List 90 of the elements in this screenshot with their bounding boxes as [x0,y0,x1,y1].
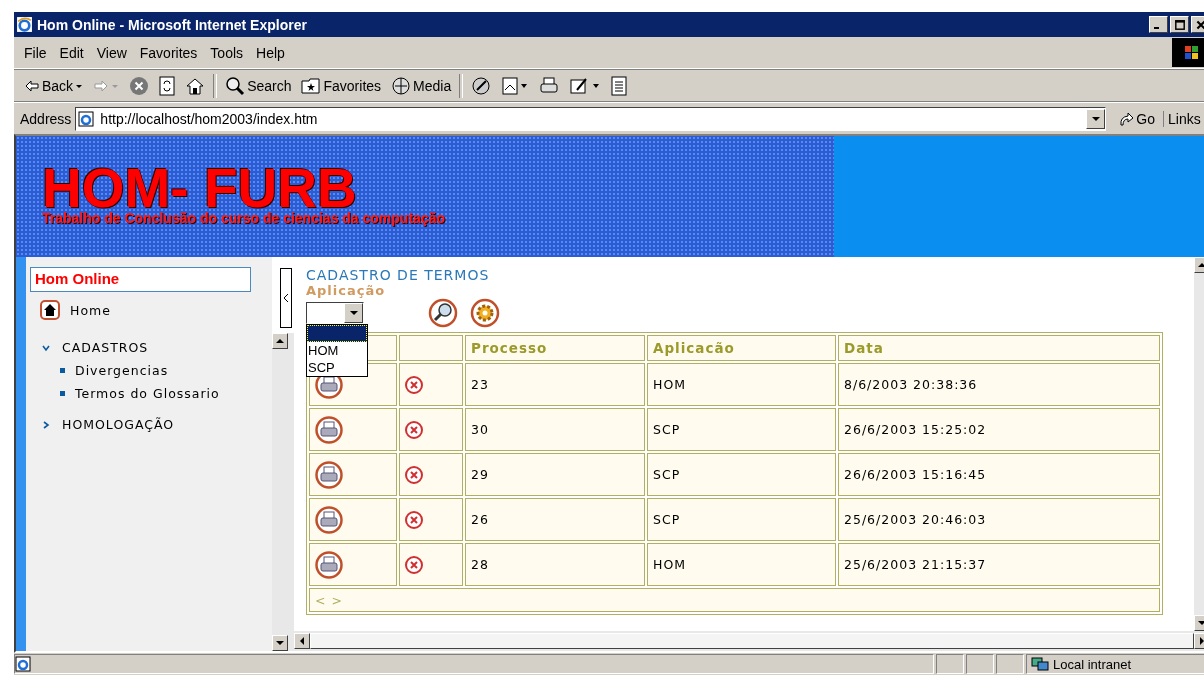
delete-icon[interactable] [405,420,423,439]
table-cell: 23 [465,363,645,406]
search-icon[interactable] [428,298,458,328]
caret-icon [1091,114,1100,123]
window-title: Hom Online - Microsoft Internet Explorer [37,16,308,33]
maximize-icon [1173,18,1186,31]
address-label: Address [20,110,72,127]
dropdown-option[interactable]: HOM [307,342,367,359]
delete-icon[interactable] [405,510,423,529]
table-cell: 25/6/2003 21:15:37 [838,543,1160,586]
caret-icon [1198,261,1204,269]
table-cell: 8/6/2003 20:38:36 [838,363,1160,406]
caret-icon [1198,637,1204,645]
sidebar-link[interactable]: Termos do Glossario [26,382,272,405]
column-header [399,335,463,361]
column-header: Aplicacão [647,335,836,361]
delete-icon[interactable] [405,555,423,574]
column-header: Processo [465,335,645,361]
go-button[interactable]: Go [1110,110,1164,127]
menu-item[interactable]: Edit [59,44,94,61]
stop-icon [129,75,150,96]
network-icon [1031,656,1049,672]
zone-label: Local intranet [1053,656,1132,672]
delete-icon[interactable] [405,465,423,484]
refresh-icon [159,75,176,96]
caret-icon [1198,619,1204,627]
table-cell: SCP [647,498,836,541]
back-button[interactable]: Back [22,77,86,94]
table-cell: 26/6/2003 15:25:02 [838,408,1160,451]
caret-icon [349,309,358,317]
minimize-icon [1154,27,1159,29]
table-cell: SCP [647,408,836,451]
section-item[interactable]: CADASTROS [26,336,272,359]
home-icon [40,300,60,320]
minimize-button[interactable] [1149,16,1168,33]
table-cell: SCP [647,453,836,496]
ie-logo-icon [16,16,33,33]
home-link[interactable]: Home [26,292,272,328]
gear-icon[interactable] [470,298,500,328]
scroll-left-button[interactable] [294,633,310,649]
media-button[interactable]: Media [389,75,454,96]
scroll-down-button[interactable] [272,635,288,651]
section-item[interactable]: HOMOLOGAÇÃO [26,413,272,436]
chevron-icon [42,343,50,352]
favorites-icon [301,76,322,95]
table-cell: 30 [465,408,645,451]
banner-subtitle: Trabalho de Conclusão do curso de ciencias da computação [42,210,446,226]
links-button[interactable]: Links [1168,110,1204,127]
collapse-tab[interactable] [280,268,292,328]
menu-item[interactable]: File [24,44,57,61]
menu-item[interactable]: View [96,44,137,61]
delete-icon[interactable] [405,375,423,394]
caret-icon [276,337,284,345]
caret-icon [298,637,306,645]
printer-icon [539,75,560,96]
table-cell: 25/6/2003 20:46:03 [838,498,1160,541]
table-cell: HOM [647,363,836,406]
field-label: Aplicação [306,283,387,298]
dropdown-option[interactable] [307,325,367,342]
sidebar-title: Hom Online [30,267,251,292]
menu-item[interactable]: Favorites [139,44,208,61]
page-icon [78,110,95,127]
address-field[interactable]: http://localhost/hom2003/index.htm [75,106,1107,131]
table-cell: HOM [647,543,836,586]
refresh-button[interactable] [157,75,178,96]
column-header: Data [838,335,1160,361]
close-icon [1194,18,1204,31]
search-icon [225,75,246,96]
table-cell: 26 [465,498,645,541]
scroll-up-button[interactable] [272,333,288,349]
menu-item[interactable]: Tools [210,44,254,61]
scroll-thumb[interactable] [310,633,1194,649]
search-button[interactable]: Search [223,75,294,96]
sidebar-link[interactable]: Divergencias [26,359,272,382]
page-icon [15,656,31,672]
go-arrow-icon [1118,110,1135,127]
menu-item[interactable]: Help [256,44,295,61]
dropdown-option[interactable]: SCP [307,359,367,376]
document-icon [611,75,628,96]
caret-icon [276,639,284,647]
globe-icon [391,75,412,96]
maximize-button[interactable] [1170,16,1189,33]
discuss-button[interactable] [609,75,630,96]
table-cell: 26/6/2003 15:16:45 [838,453,1160,496]
favorites-button[interactable]: Favorites [299,76,384,95]
chevron-icon [283,293,289,303]
table-cell: 28 [465,543,645,586]
page-heading: CADASTRO DE TERMOS [306,267,491,283]
chevron-icon [42,420,50,429]
table-cell: 29 [465,453,645,496]
